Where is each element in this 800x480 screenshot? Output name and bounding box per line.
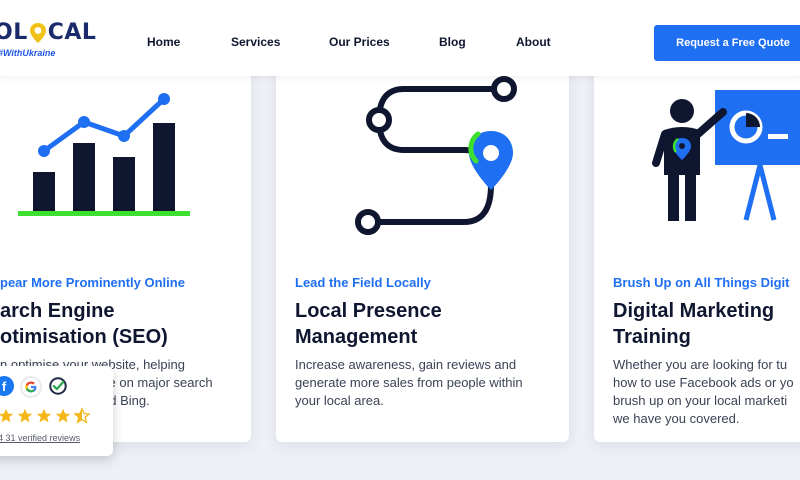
nav-blog[interactable]: Blog <box>439 35 466 49</box>
route-map-pin-icon <box>355 76 517 235</box>
logo-text-right: CAL <box>47 20 97 45</box>
card-title[interactable]: Digital Marketing Training <box>613 298 774 350</box>
card-eyebrow: Lead the Field Locally <box>295 275 431 290</box>
card-desc-line: Increase awareness, gain reviews and <box>295 357 517 372</box>
growth-chart-icon <box>18 93 190 216</box>
card-desc-line: your local area. <box>295 393 384 408</box>
facebook-icon: f <box>0 376 14 396</box>
site-logo[interactable]: OL CAL #WithUkraine <box>0 22 96 59</box>
card-eyebrow: pear More Prominently Online <box>0 275 185 290</box>
review-count-link[interactable]: 4 31 verified reviews <box>0 433 80 443</box>
presenter-board-icon <box>652 90 800 221</box>
card-desc-line: generate more sales from people within <box>295 375 523 390</box>
review-count-text: 31 verified reviews <box>5 433 81 443</box>
nav-services[interactable]: Services <box>231 35 280 49</box>
card-title-line: Management <box>295 326 418 348</box>
nav-our-prices[interactable]: Our Prices <box>329 35 390 49</box>
logo-wordmark: OL CAL <box>0 22 96 44</box>
card-description: Increase awareness, gain reviews and gen… <box>295 356 523 410</box>
rating-value: 4 <box>0 433 4 443</box>
card-title-line: otimisation (SEO) <box>0 326 168 348</box>
star-icon <box>36 408 52 423</box>
nav-home[interactable]: Home <box>147 35 180 49</box>
logo-pin-icon <box>29 23 46 43</box>
request-quote-button[interactable]: Request a Free Quote <box>654 25 800 61</box>
card-title-line: Training <box>613 326 691 348</box>
star-half-icon <box>74 408 90 424</box>
logo-tagline: #WithUkraine <box>0 48 56 58</box>
card-eyebrow: Brush Up on All Things Digit <box>613 275 790 290</box>
card-desc-line: how to use Facebook ads or yo <box>613 375 794 390</box>
card-desc-line: Whether you are looking for tu <box>613 357 788 372</box>
card-title[interactable]: Local Presence Management <box>295 298 442 350</box>
reviews-widget[interactable]: f 4 31 verified reviews <box>0 366 113 456</box>
verified-check-icon <box>48 376 68 396</box>
service-card-digital-training[interactable]: Brush Up on All Things Digit Digital Mar… <box>594 60 800 442</box>
star-icon <box>55 408 71 423</box>
nav-about[interactable]: About <box>516 35 551 49</box>
logo-text-left: OL <box>0 20 28 45</box>
review-platform-icons: f <box>0 376 68 398</box>
card-title-line: Digital Marketing <box>613 300 775 322</box>
google-icon <box>20 376 42 398</box>
card-desc-line: brush up on your local marketi <box>613 393 788 408</box>
card-description: Whether you are looking for tu how to us… <box>613 356 794 428</box>
card-desc-line: we have you covered. <box>613 411 740 426</box>
card-title[interactable]: arch Engine otimisation (SEO) <box>0 298 168 350</box>
site-header: OL CAL #WithUkraine Home Services Our Pr… <box>0 0 800 76</box>
service-card-local-presence[interactable]: Lead the Field Locally Local Presence Ma… <box>276 60 569 442</box>
card-title-line: arch Engine <box>0 300 115 322</box>
star-icon <box>0 408 14 423</box>
rating-stars <box>0 408 90 424</box>
card-title-line: Local Presence <box>295 300 442 322</box>
star-icon <box>17 408 33 423</box>
